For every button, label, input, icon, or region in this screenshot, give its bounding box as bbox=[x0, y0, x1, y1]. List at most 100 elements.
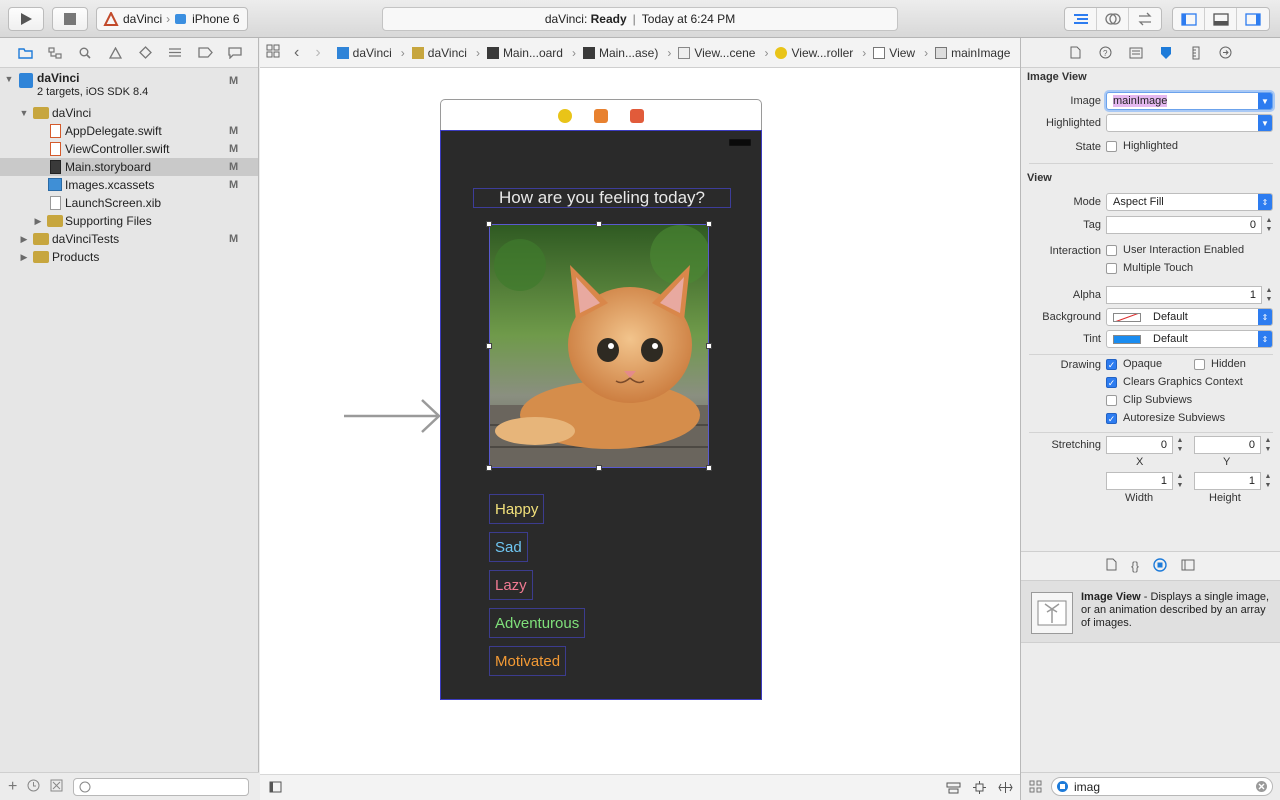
back-arrow-icon[interactable]: ‹ bbox=[294, 44, 299, 62]
test-diamond-icon[interactable] bbox=[136, 44, 154, 62]
attributes-inspector-icon[interactable] bbox=[1157, 44, 1175, 62]
motivated-button[interactable]: Motivated bbox=[489, 646, 567, 676]
exit-icon[interactable] bbox=[630, 108, 644, 123]
disclosure-open-icon[interactable]: ▼ bbox=[19, 108, 29, 118]
stretch-height-stepper[interactable]: ▲ ▼ bbox=[1263, 472, 1273, 490]
disclosure-closed-icon[interactable]: ▶ bbox=[33, 216, 43, 227]
chevron-down-icon[interactable]: ▼ bbox=[1258, 93, 1272, 109]
disclosure-closed-icon[interactable]: ▶ bbox=[19, 234, 29, 245]
sad-button[interactable]: Sad bbox=[489, 532, 528, 562]
resolve-autolayout-icon[interactable] bbox=[998, 781, 1013, 797]
tree-row-viewcontroller[interactable]: ViewController.swift M bbox=[0, 140, 258, 158]
jumpbar-storyboard-base[interactable]: Main...ase) › bbox=[582, 46, 678, 60]
add-icon[interactable]: + bbox=[8, 778, 17, 796]
tree-row-images-xcassets[interactable]: Images.xcassets M bbox=[0, 176, 258, 194]
issue-warning-icon[interactable] bbox=[106, 44, 124, 62]
resize-handle[interactable] bbox=[706, 221, 712, 227]
document-outline-toggle-icon[interactable] bbox=[269, 781, 282, 796]
clear-search-icon[interactable] bbox=[1255, 780, 1268, 796]
standard-editor-icon[interactable] bbox=[1065, 8, 1097, 30]
debug-area-toggle-icon[interactable] bbox=[1205, 8, 1237, 30]
happy-button[interactable]: Happy bbox=[489, 494, 545, 524]
clears-graphics-checkbox[interactable]: ✓ bbox=[1106, 377, 1117, 388]
clip-subviews-checkbox[interactable] bbox=[1106, 395, 1117, 406]
folder-icon[interactable] bbox=[16, 44, 34, 62]
content-mode-popup[interactable]: Aspect Fill ⇕ bbox=[1106, 193, 1273, 211]
stretch-y-field[interactable]: 0 bbox=[1194, 436, 1261, 454]
file-inspector-icon[interactable] bbox=[1067, 44, 1085, 62]
resize-handle[interactable] bbox=[486, 465, 492, 471]
jumpbar-scene[interactable]: View...cene › bbox=[678, 46, 775, 60]
navigator-filter-input[interactable] bbox=[73, 777, 250, 796]
adventurous-button[interactable]: Adventurous bbox=[489, 608, 586, 638]
question-label[interactable]: How are you feeling today? bbox=[473, 188, 731, 208]
scheme-selector[interactable]: daVinci › iPhone 6 bbox=[96, 7, 248, 31]
lazy-button[interactable]: Lazy bbox=[489, 570, 533, 600]
tint-color-popup[interactable]: Default ⇕ bbox=[1106, 330, 1273, 348]
view-controller-icon[interactable] bbox=[558, 108, 572, 123]
assistant-editor-icon[interactable] bbox=[1097, 8, 1129, 30]
tree-row-products[interactable]: ▶ Products bbox=[0, 248, 258, 266]
report-bubble-icon[interactable] bbox=[226, 44, 244, 62]
resize-handle[interactable] bbox=[596, 221, 602, 227]
updown-chevron-icon[interactable]: ⇕ bbox=[1258, 309, 1272, 325]
jumpbar-storyboard[interactable]: Main...oard › bbox=[486, 46, 583, 60]
debug-navigator-icon[interactable] bbox=[166, 44, 184, 62]
quick-help-icon[interactable]: ? bbox=[1097, 44, 1115, 62]
library-search-input[interactable]: imag bbox=[1051, 777, 1273, 796]
tree-row-appdelegate[interactable]: AppDelegate.swift M bbox=[0, 122, 258, 140]
disclosure-closed-icon[interactable]: ▶ bbox=[19, 252, 29, 263]
multiple-touch-checkbox[interactable] bbox=[1106, 263, 1117, 274]
tree-row-project[interactable]: ▼ daVinci 2 targets, iOS SDK 8.4 M bbox=[0, 70, 258, 104]
related-items-icon[interactable] bbox=[266, 44, 280, 61]
connections-inspector-icon[interactable] bbox=[1217, 44, 1235, 62]
jumpbar-main-image[interactable]: mainImage bbox=[935, 46, 1010, 60]
tree-row-davincitests[interactable]: ▶ daVinciTests M bbox=[0, 230, 258, 248]
user-interaction-checkbox[interactable] bbox=[1106, 245, 1117, 256]
code-snippet-icon[interactable]: {} bbox=[1131, 559, 1139, 573]
alpha-stepper[interactable]: ▲ ▼ bbox=[1264, 286, 1274, 304]
align-icon[interactable] bbox=[946, 781, 961, 797]
version-editor-icon[interactable] bbox=[1129, 8, 1161, 30]
opaque-checkbox[interactable]: ✓ bbox=[1106, 359, 1117, 370]
resize-handle[interactable] bbox=[486, 343, 492, 349]
jumpbar-view[interactable]: View › bbox=[873, 46, 935, 60]
search-icon[interactable] bbox=[76, 44, 94, 62]
navigator-toggle-icon[interactable] bbox=[1173, 8, 1205, 30]
pin-icon[interactable] bbox=[972, 781, 987, 797]
image-name-combobox[interactable]: mainImage ▼ bbox=[1106, 92, 1273, 110]
stretch-x-field[interactable]: 0 bbox=[1106, 436, 1173, 454]
source-control-filter-icon[interactable] bbox=[50, 779, 63, 795]
tag-field[interactable]: 0 bbox=[1106, 216, 1262, 234]
breakpoint-icon[interactable] bbox=[196, 44, 214, 62]
stretch-width-stepper[interactable]: ▲ ▼ bbox=[1175, 472, 1185, 490]
run-button[interactable] bbox=[8, 7, 44, 31]
media-library-icon[interactable] bbox=[1181, 559, 1195, 574]
hidden-checkbox[interactable] bbox=[1194, 359, 1205, 370]
updown-chevron-icon[interactable]: ⇕ bbox=[1258, 194, 1272, 210]
main-image-view[interactable] bbox=[489, 224, 709, 468]
tree-row-main-storyboard[interactable]: Main.storyboard M bbox=[0, 158, 258, 176]
library-item-image-view[interactable]: Image View - Displays a single image, or… bbox=[1021, 581, 1280, 643]
jumpbar-view-controller[interactable]: View...roller › bbox=[775, 46, 873, 60]
tree-row-launchscreen[interactable]: LaunchScreen.xib bbox=[0, 194, 258, 212]
highlighted-checkbox[interactable] bbox=[1106, 141, 1117, 152]
recent-files-icon[interactable] bbox=[27, 779, 40, 795]
forward-arrow-icon[interactable]: › bbox=[315, 44, 320, 62]
disclosure-open-icon[interactable]: ▼ bbox=[4, 74, 14, 84]
symbol-navigator-icon[interactable] bbox=[46, 44, 64, 62]
utilities-toggle-icon[interactable] bbox=[1237, 8, 1269, 30]
highlighted-image-combobox[interactable]: ▼ bbox=[1106, 114, 1273, 132]
stretch-width-field[interactable]: 1 bbox=[1106, 472, 1173, 490]
resize-handle[interactable] bbox=[486, 221, 492, 227]
stretch-y-stepper[interactable]: ▲ ▼ bbox=[1263, 436, 1273, 454]
resize-handle[interactable] bbox=[706, 343, 712, 349]
updown-chevron-icon[interactable]: ⇕ bbox=[1258, 331, 1272, 347]
view-controller-scene[interactable]: How are you feeling today? Happy Sad Laz… bbox=[440, 130, 762, 700]
stretch-height-field[interactable]: 1 bbox=[1194, 472, 1261, 490]
tag-stepper[interactable]: ▲ ▼ bbox=[1264, 216, 1274, 234]
background-color-popup[interactable]: Default ⇕ bbox=[1106, 308, 1273, 326]
first-responder-icon[interactable] bbox=[594, 108, 608, 123]
stretch-x-stepper[interactable]: ▲ ▼ bbox=[1175, 436, 1185, 454]
tree-row-group-davinci[interactable]: ▼ daVinci bbox=[0, 104, 258, 122]
